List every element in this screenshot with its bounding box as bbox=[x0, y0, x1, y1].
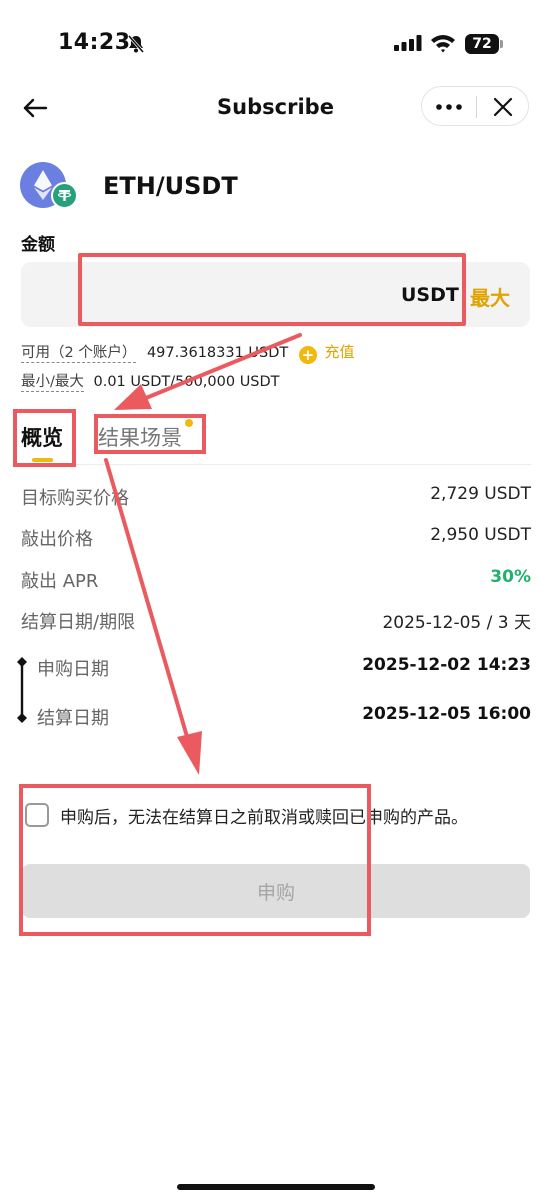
detail-row-knockout-price: 敲出价格 2,950 USDT bbox=[21, 525, 531, 551]
detail-value: 2,729 USDT bbox=[430, 484, 531, 504]
timeline-row-settlement: 结算日期 2025-12-05 16:00 bbox=[37, 704, 531, 730]
detail-value: 2025-12-05 / 3 天 bbox=[382, 613, 531, 633]
annotation-box-amount bbox=[78, 253, 466, 326]
detail-row-knockout-apr: 敲出 APR 30% bbox=[21, 567, 531, 593]
annotation-box-scenarios-tab bbox=[94, 414, 206, 454]
timeline-connector bbox=[17, 657, 27, 723]
cellular-signal-icon bbox=[394, 35, 422, 51]
timeline-row-subscription: 申购日期 2025-12-02 14:23 bbox=[37, 655, 531, 681]
bell-muted-icon bbox=[127, 35, 145, 53]
tabs-divider bbox=[21, 464, 531, 465]
plus-circle-icon[interactable]: + bbox=[298, 346, 317, 364]
wifi-icon bbox=[431, 35, 455, 53]
limits-value: 0.01 USDT/500,000 USDT bbox=[93, 374, 280, 390]
timeline-value: 2025-12-02 14:23 bbox=[362, 655, 531, 675]
battery-icon: 72 bbox=[465, 34, 503, 54]
detail-value: 2,950 USDT bbox=[430, 525, 531, 545]
battery-tip bbox=[500, 40, 503, 48]
limits-label: 最小/最大 bbox=[21, 374, 84, 392]
navigation-bar: Subscribe bbox=[0, 85, 551, 131]
max-button[interactable]: 最大 bbox=[470, 282, 510, 311]
home-indicator bbox=[177, 1184, 375, 1190]
status-bar: 14:23 72 bbox=[0, 0, 551, 90]
pair-header: ETH/USDT bbox=[20, 162, 320, 212]
timeline-label: 申购日期 bbox=[37, 659, 109, 680]
detail-row-settlement: 结算日期/期限 2025-12-05 / 3 天 bbox=[21, 608, 531, 634]
status-time: 14:23 bbox=[58, 30, 131, 55]
annotation-box-overview-tab bbox=[13, 409, 76, 467]
limits-row: 最小/最大 0.01 USDT/500,000 USDT bbox=[21, 370, 280, 392]
timeline-value: 2025-12-05 16:00 bbox=[362, 704, 531, 724]
detail-label: 敲出价格 bbox=[21, 529, 93, 550]
available-balance-row: 可用（2 个账户） 497.3618331 USDT + 充值 bbox=[21, 341, 541, 364]
detail-label: 结算日期/期限 bbox=[21, 612, 136, 633]
capsule-divider bbox=[476, 96, 477, 118]
detail-label: 敲出 APR bbox=[21, 571, 99, 592]
timeline-label: 结算日期 bbox=[37, 708, 109, 729]
battery-level: 72 bbox=[465, 34, 499, 54]
more-dots-icon[interactable] bbox=[436, 104, 462, 110]
detail-label: 目标购买价格 bbox=[21, 488, 129, 509]
mini-program-capsule bbox=[421, 86, 529, 126]
pair-name: ETH/USDT bbox=[103, 172, 238, 200]
recharge-link[interactable]: 充值 bbox=[324, 343, 354, 361]
annotation-box-agreement bbox=[19, 784, 371, 936]
detail-value-apr: 30% bbox=[490, 567, 531, 587]
available-label: 可用（2 个账户） bbox=[21, 345, 137, 363]
usdt-icon bbox=[51, 182, 78, 209]
detail-tabs: 概览 结果场景 bbox=[0, 410, 551, 465]
amount-label: 金额 bbox=[21, 235, 55, 255]
detail-row-target-price: 目标购买价格 2,729 USDT bbox=[21, 484, 531, 510]
close-icon[interactable] bbox=[493, 97, 513, 117]
available-value: 497.3618331 USDT bbox=[146, 345, 289, 361]
